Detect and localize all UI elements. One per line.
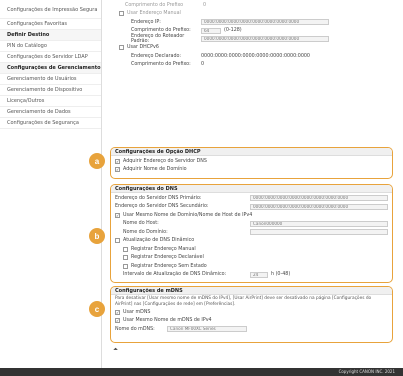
- secondary-dns-input[interactable]: 0000:0000:0000:0000:0000:0000:0000:0000: [250, 203, 388, 210]
- reg-stateless-checkbox[interactable]: [123, 263, 128, 269]
- dhcp-domain-checkbox[interactable]: ✓: [115, 167, 120, 173]
- declared-row: Endereço Declarado: 0000:0000:0000:0000:…: [105, 52, 403, 61]
- prefix-length-value: 0: [203, 2, 207, 8]
- same-mdns-row[interactable]: ✓ Usar Mesmo Nome de mDNS de IPv4: [115, 317, 388, 326]
- host-row: Nome do Host: Canon000000: [115, 220, 388, 229]
- declared-value: 0000:0000:0000:0000:0000:0000:0000:0000: [201, 53, 310, 59]
- prefix-len2-value: 0: [201, 62, 205, 68]
- host-label: Nome do Host:: [123, 221, 159, 227]
- dhcp-dns-checkbox[interactable]: ✓: [115, 158, 120, 164]
- dhcpv6-label: Usar DHCPv6: [127, 45, 159, 51]
- router-input[interactable]: 0000:0000:0000:0000:0000:0000:0000:0000: [201, 36, 329, 43]
- host-input[interactable]: Canon000000: [250, 220, 388, 227]
- sidebar-item[interactable]: Configurações Favoritas: [0, 19, 101, 30]
- prefix-len2-row: Comprimento do Prefixo: 0: [105, 61, 403, 70]
- ip-address-row: Endereço IP: 0000:0000:0000:0000:0000:00…: [105, 18, 403, 27]
- reg-manual-row[interactable]: Registrar Endereço Manual: [115, 245, 388, 254]
- interval-label: Intervalo de Atualização de DNS Dinâmico…: [123, 272, 227, 278]
- sidebar-item[interactable]: Configurações de Impressão Segura: [0, 0, 101, 19]
- mdns-settings-section: Configurações de mDNS Para desativar [Us…: [110, 286, 393, 343]
- router-label: Endereço do Roteador Padrão:: [131, 34, 185, 45]
- interval-input[interactable]: 24: [250, 271, 268, 278]
- scroll-top-icon[interactable]: ⏶: [113, 346, 118, 354]
- sidebar-item[interactable]: Configurações do Servidor LDAP: [0, 52, 101, 63]
- sidebar-item: Definir Destino: [0, 30, 101, 41]
- sidebar-item[interactable]: Gerenciamento de Usuários: [0, 74, 101, 85]
- secondary-dns-label: Endereço do Servidor DNS Secundário:: [115, 204, 209, 210]
- mdns-name-row: Nome do mDNS: Canon MF00XC Series: [115, 325, 388, 334]
- sidebar-item[interactable]: PIN do Catálogo: [0, 41, 101, 52]
- dhcpv6-row[interactable]: Usar DHCPv6: [105, 44, 403, 53]
- dynamic-dns-checkbox[interactable]: [115, 238, 120, 244]
- mdns-name-label: Nome do mDNS:: [115, 326, 155, 332]
- manual-address-row[interactable]: Usar Endereço Manual: [105, 10, 403, 19]
- badge-a: a: [89, 153, 105, 169]
- use-mdns-checkbox[interactable]: ✓: [115, 309, 120, 315]
- prefix-length-row: Comprimento do Prefixo 0: [105, 1, 403, 10]
- same-mdns-label: Usar Mesmo Nome de mDNS de IPv4: [123, 318, 212, 324]
- mdns-note: Para desativar [Usar mesmo nome de mDNS …: [115, 296, 372, 307]
- sidebar: Configurações de Impressão Segura Configu…: [0, 0, 102, 370]
- router-row: Endereço do Roteador Padrão: 0000:0000:0…: [105, 34, 403, 45]
- dns-settings-section: Configurações do DNS Endereço do Servido…: [110, 184, 393, 283]
- mdns-settings-title: Configurações de mDNS: [111, 287, 392, 295]
- copyright: Copyright CANON INC. 2021: [338, 369, 395, 374]
- prefix-label: Comprimento do Prefixo:: [131, 28, 191, 34]
- reg-manual-label: Registrar Endereço Manual: [131, 246, 196, 252]
- badge-c: c: [89, 301, 105, 317]
- dhcp-options-title: Configurações de Opção DHCP: [111, 148, 392, 156]
- ip-address-label: Endereço IP:: [131, 19, 161, 25]
- domain-row: Nome do Domínio:: [115, 228, 388, 237]
- ip-address-input[interactable]: 0000:0000:0000:0000:0000:0000:0000:0000: [201, 19, 329, 26]
- reg-manual-checkbox[interactable]: [123, 246, 128, 252]
- dhcp-domain-label: Adquirir Nome de Domínio: [123, 167, 187, 173]
- primary-dns-label: Endereço do Servidor DNS Primário:: [115, 195, 202, 201]
- prefix-len2-label: Comprimento do Prefixo:: [131, 62, 191, 68]
- sidebar-item[interactable]: Licença/Outros: [0, 96, 101, 107]
- dynamic-dns-label: Atualização de DNS Dinâmico: [123, 238, 195, 244]
- secondary-dns-row: Endereço do Servidor DNS Secundário: 000…: [115, 203, 388, 212]
- reg-declared-checkbox[interactable]: [123, 255, 128, 261]
- interval-row: Intervalo de Atualização de DNS Dinâmico…: [115, 271, 388, 280]
- dhcp-options-section: Configurações de Opção DHCP ✓ Adquirir E…: [110, 147, 393, 179]
- same-name-row[interactable]: ✓ Usar Mesmo Nome de Domínio/Nome de Hos…: [115, 211, 388, 220]
- mdns-name-input[interactable]: Canon MF00XC Series: [167, 326, 247, 333]
- badge-b: b: [89, 228, 105, 244]
- dns-settings-title: Configurações do DNS: [111, 185, 392, 193]
- manual-address-label: Usar Endereço Manual: [127, 11, 181, 17]
- interval-hint: h (0-48): [271, 272, 291, 278]
- same-mdns-checkbox[interactable]: ✓: [115, 318, 120, 324]
- reg-declared-label: Registrar Endereço Declarável: [131, 255, 204, 261]
- domain-label: Nome do Domínio:: [123, 229, 168, 235]
- domain-input[interactable]: [250, 229, 388, 236]
- dhcp-dns-label: Adquirir Endereço do Servidor DNS: [123, 158, 207, 164]
- same-name-checkbox[interactable]: ✓: [115, 212, 120, 218]
- footer: Copyright CANON INC. 2021: [0, 368, 403, 376]
- dhcpv6-checkbox[interactable]: [119, 45, 124, 51]
- reg-stateless-label: Registrar Endereço Sem Estado: [131, 263, 207, 269]
- use-mdns-label: Usar mDNS: [123, 309, 151, 315]
- use-mdns-row[interactable]: ✓ Usar mDNS: [115, 308, 388, 317]
- manual-address-checkbox[interactable]: [119, 11, 124, 17]
- sidebar-item[interactable]: Gerenciamento de Dispositivo: [0, 85, 101, 96]
- prefix-length-label: Comprimento do Prefixo: [125, 2, 184, 8]
- primary-dns-row: Endereço do Servidor DNS Primário: 0000:…: [115, 194, 388, 203]
- declared-label: Endereço Declarado:: [131, 53, 182, 59]
- same-name-label: Usar Mesmo Nome de Domínio/Nome de Host …: [123, 212, 253, 218]
- dhcp-dns-option[interactable]: ✓ Adquirir Endereço do Servidor DNS: [115, 157, 388, 166]
- sidebar-item[interactable]: Configurações de Segurança: [0, 118, 101, 129]
- dynamic-dns-row[interactable]: Atualização de DNS Dinâmico: [115, 237, 388, 246]
- sidebar-item: Configurações de Gerenciamento: [0, 63, 101, 74]
- reg-declared-row[interactable]: Registrar Endereço Declarável: [115, 254, 388, 263]
- prefix-input[interactable]: 64: [201, 27, 221, 34]
- prefix-hint: (0-128): [224, 28, 242, 34]
- dhcp-domain-option[interactable]: ✓ Adquirir Nome de Domínio: [115, 166, 388, 175]
- reg-stateless-row[interactable]: Registrar Endereço Sem Estado: [115, 262, 388, 271]
- primary-dns-input[interactable]: 0000:0000:0000:0000:0000:0000:0000:0000: [250, 195, 388, 202]
- sidebar-item[interactable]: Gerenciamento de Dados: [0, 107, 101, 118]
